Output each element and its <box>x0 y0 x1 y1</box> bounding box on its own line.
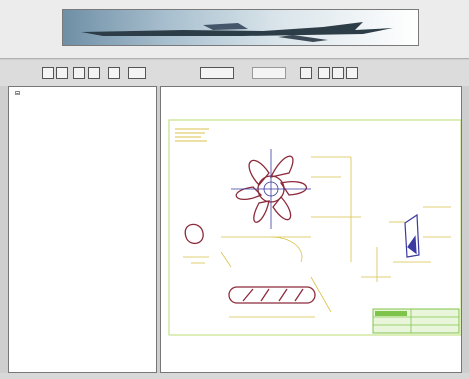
toolbar-button-5[interactable] <box>108 67 120 79</box>
bracket-part <box>404 213 420 258</box>
aircraft-tail-wing <box>278 35 328 42</box>
cad-drawing <box>168 119 461 336</box>
toolbar-button-2[interactable] <box>56 67 68 79</box>
toolbar-button-1[interactable] <box>42 67 54 79</box>
toolbar-action-button[interactable] <box>200 67 234 79</box>
dimension-lines <box>221 156 361 263</box>
toolbar-button-9[interactable] <box>346 67 358 79</box>
status-bar <box>0 373 469 379</box>
slot-dims <box>229 276 332 318</box>
title-block <box>372 308 460 334</box>
bushing-dims <box>183 251 232 268</box>
toolbar-icon-button[interactable] <box>128 67 146 79</box>
toolbar-button-7[interactable] <box>318 67 330 79</box>
app-window: ⊟ <box>0 0 469 379</box>
aircraft-wing <box>203 23 248 30</box>
drawing-notes <box>175 128 209 142</box>
expand-icon[interactable]: ⊟ <box>15 90 20 97</box>
banner-art <box>81 22 393 42</box>
toolbar-button-6[interactable] <box>300 67 312 79</box>
aircraft-banner-image <box>62 9 419 46</box>
slot-part <box>228 286 316 304</box>
tree-panel[interactable]: ⊟ <box>8 86 157 373</box>
toolbar-button-8[interactable] <box>332 67 344 79</box>
toolbar-disabled-button <box>252 67 286 79</box>
rotor-part <box>231 149 311 229</box>
header-area <box>0 0 469 59</box>
drawing-viewer[interactable] <box>160 86 462 373</box>
toolbar-button-3[interactable] <box>73 67 85 79</box>
toolbar-button-4[interactable] <box>88 67 100 79</box>
bushing-part <box>184 223 204 244</box>
tree-root-item[interactable]: ⊟ <box>15 90 20 97</box>
toolbar <box>0 60 469 86</box>
